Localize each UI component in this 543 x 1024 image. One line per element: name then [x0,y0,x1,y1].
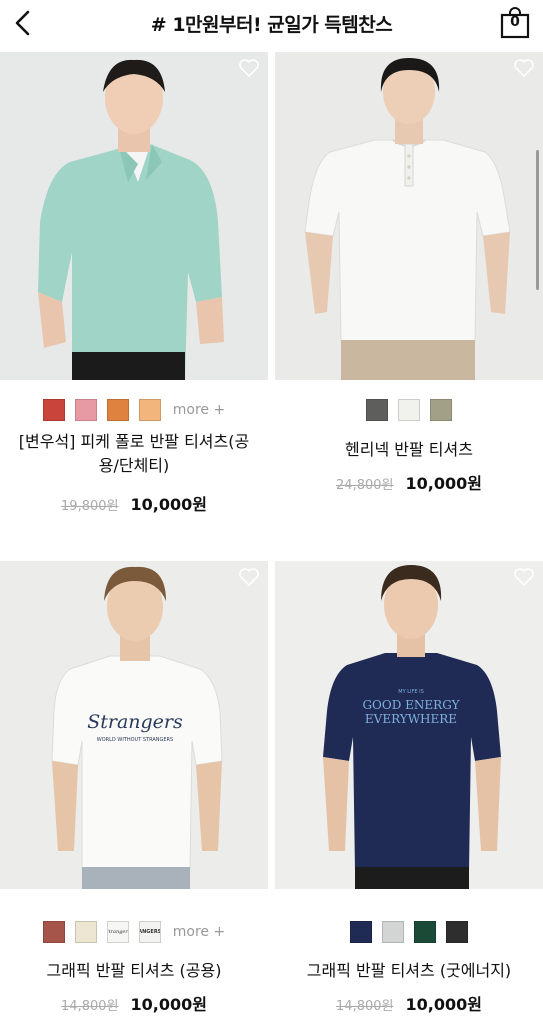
wishlist-heart-icon[interactable] [238,567,260,587]
tee4-graphic-small: MY LIFE IS [398,689,424,695]
color-swatch-graphic[interactable]: Strangers [106,921,129,943]
color-swatch[interactable] [446,921,468,943]
original-price: 19,800원 [61,499,119,514]
color-swatch-graphic[interactable]: ANGERS [138,921,161,943]
back-arrow-icon[interactable] [8,6,42,40]
more-colors-link[interactable]: more + [173,924,225,940]
product-image[interactable]: Strangers WORLD WITHOUT STRANGERS [0,561,268,889]
product-card[interactable]: 헨리넥 반팔 티셔츠 24,800원 10,000원 [275,52,543,493]
sale-price: 10,000원 [405,474,482,493]
product-image[interactable] [0,52,268,380]
cart-count: 0 [510,14,520,30]
tee4-graphic-line2: EVERYWHERE [365,712,457,726]
color-swatch[interactable] [382,921,404,943]
sale-price: 10,000원 [130,495,207,514]
price-row: 14,800원 10,000원 [275,991,543,1015]
color-swatches [275,398,543,422]
color-swatch[interactable] [42,921,65,943]
color-swatch[interactable] [138,399,161,421]
price-row: 14,800원 10,000원 [0,991,268,1015]
color-swatch[interactable] [430,399,452,421]
product-name[interactable]: 그래픽 반팔 티셔츠 (굿에너지) [285,959,533,983]
color-swatch[interactable] [366,399,388,421]
tee3-graphic-text: Strangers [87,711,183,733]
wishlist-heart-icon[interactable] [238,58,260,78]
color-swatch[interactable] [42,399,65,421]
color-swatches: more + [0,398,268,422]
top-bar: # 1만원부터! 균일가 득템찬스 0 [0,0,543,46]
original-price: 14,800원 [336,999,394,1014]
product-image[interactable] [275,52,543,380]
color-swatch[interactable] [398,399,420,421]
color-swatches: Strangers ANGERS more + [0,920,268,944]
page-title: # 1만원부터! 균일가 득템찬스 [150,13,393,36]
more-colors-link[interactable]: more + [173,402,225,418]
product-name[interactable]: [변우석] 피케 폴로 반팔 티셔츠(공용/단체티) [10,430,258,478]
color-swatches [275,920,543,944]
cart-button[interactable]: 0 [500,7,530,39]
product-card[interactable]: MY LIFE IS GOOD ENERGY EVERYWHERE 그래픽 반팔… [275,561,543,1014]
product-card[interactable]: more + [변우석] 피케 폴로 반팔 티셔츠(공용/단체티) 19,800… [0,52,268,514]
product-name[interactable]: 그래픽 반팔 티셔츠 (공용) [10,959,258,983]
tee4-graphic-line1: GOOD ENERGY [362,698,460,712]
tee3-graphic-subtext: WORLD WITHOUT STRANGERS [97,737,173,743]
product-name[interactable]: 헨리넥 반팔 티셔츠 [285,438,533,462]
color-swatch[interactable] [414,921,436,943]
product-image[interactable]: MY LIFE IS GOOD ENERGY EVERYWHERE [275,561,543,889]
sale-price: 10,000원 [130,995,207,1014]
product-card[interactable]: Strangers WORLD WITHOUT STRANGERS Strang… [0,561,268,1014]
sale-price: 10,000원 [405,995,482,1014]
wishlist-heart-icon[interactable] [513,58,535,78]
original-price: 14,800원 [61,999,119,1014]
original-price: 24,800원 [336,478,394,493]
color-swatch[interactable] [74,399,97,421]
wishlist-heart-icon[interactable] [513,567,535,587]
price-row: 19,800원 10,000원 [0,491,268,515]
scrollbar[interactable] [536,150,539,290]
color-swatch[interactable] [350,921,372,943]
price-row: 24,800원 10,000원 [275,470,543,494]
color-swatch[interactable] [74,921,97,943]
color-swatch[interactable] [106,399,129,421]
